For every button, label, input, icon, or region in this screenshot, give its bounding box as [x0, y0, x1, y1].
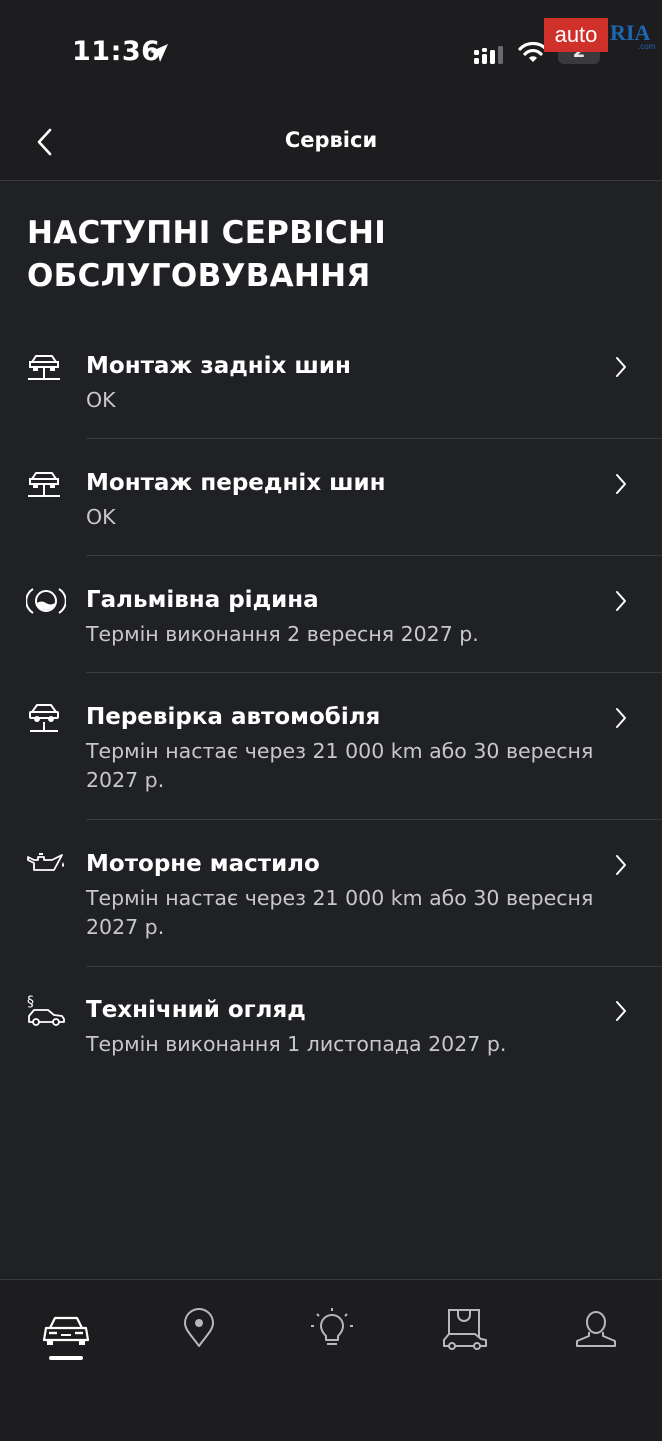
service-title: Гальмівна рідина	[86, 587, 319, 613]
service-due-date: Термін виконання 2 вересня 2027 р.	[86, 622, 479, 646]
service-item-vehicle-check[interactable]: Перевірка автомобіля Термін настає через…	[0, 701, 662, 819]
service-item-technical-inspection[interactable]: § Технічний огляд Термін виконання 1 лис…	[0, 994, 662, 1082]
bottom-tab-bar	[0, 1279, 662, 1441]
tab-lightbulb-icon[interactable]	[307, 1306, 357, 1356]
service-title: Технічний огляд	[86, 997, 306, 1023]
tab-map-pin-icon[interactable]	[174, 1306, 224, 1356]
page-title: Сервіси	[284, 128, 378, 152]
cellular-signal-icon	[474, 46, 503, 64]
autoria-watermark: auto RIA .com	[544, 18, 658, 54]
divider	[86, 819, 662, 820]
watermark-auto-text: auto	[544, 18, 608, 52]
tab-shop-icon[interactable]	[439, 1306, 489, 1356]
chevron-right-icon	[616, 708, 626, 728]
divider	[86, 672, 662, 673]
watermark-com-text: .com	[638, 42, 656, 51]
chevron-right-icon	[616, 474, 626, 494]
brake-fluid-icon	[26, 588, 66, 614]
divider	[86, 555, 662, 556]
chevron-right-icon	[616, 357, 626, 377]
service-due-date: Термін настає через 21 000 km або 30 вер…	[86, 739, 594, 792]
inspection-icon: §	[27, 994, 65, 1026]
chevron-right-icon	[616, 855, 626, 875]
service-title: Моторне мастило	[86, 851, 320, 877]
active-tab-indicator	[49, 1356, 83, 1360]
location-arrow-icon	[150, 44, 168, 62]
service-item-rear-tires[interactable]: Монтаж задніх шин OK	[0, 350, 662, 438]
tire-lift-icon	[28, 355, 60, 380]
divider	[86, 966, 662, 967]
service-title: Монтаж передніх шин	[86, 470, 386, 496]
chevron-right-icon	[616, 591, 626, 611]
svg-text:§: §	[27, 994, 34, 1010]
oil-can-icon	[27, 853, 64, 871]
tab-vehicle-car-icon[interactable]	[41, 1306, 91, 1356]
section-heading: НАСТУПНІ СЕРВІСНІ ОБСЛУГОВУВАННЯ	[27, 215, 387, 294]
service-due-date: Термін настає через 21 000 km або 30 вер…	[86, 886, 594, 939]
car-lift-icon	[29, 704, 59, 732]
service-title: Монтаж задніх шин	[86, 353, 351, 379]
chevron-right-icon	[616, 1001, 626, 1021]
service-title: Перевірка автомобіля	[86, 704, 381, 730]
service-status: OK	[86, 505, 116, 529]
tab-profile-icon[interactable]	[571, 1306, 621, 1356]
navigation-bar: Сервіси	[0, 100, 662, 181]
tire-lift-icon	[28, 472, 60, 497]
divider	[86, 438, 662, 439]
service-item-front-tires[interactable]: Монтаж передніх шин OK	[0, 467, 662, 555]
service-due-date: Термін виконання 1 листопада 2027 р.	[86, 1032, 507, 1056]
service-item-engine-oil[interactable]: Моторне мастило Термін настає через 21 0…	[0, 848, 662, 966]
service-item-brake-fluid[interactable]: Гальмівна рідина Термін виконання 2 вере…	[0, 584, 662, 672]
service-status: OK	[86, 388, 116, 412]
status-bar: 11:36 2 auto RIA .com	[0, 0, 662, 100]
